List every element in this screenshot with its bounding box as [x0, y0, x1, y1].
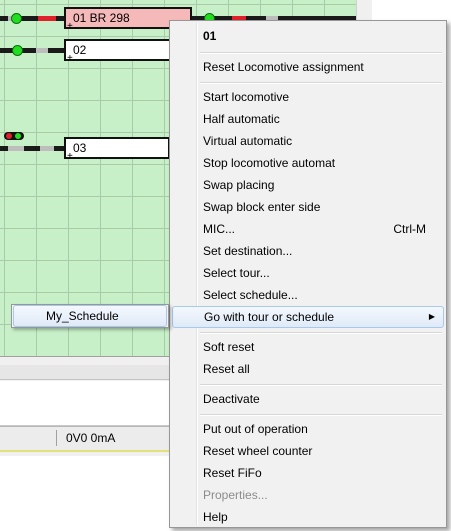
power-status: 0V0 0mA — [66, 431, 116, 445]
menu-item-label: Stop locomotive automat — [203, 156, 336, 170]
menu-item-label: Help — [203, 510, 228, 524]
menu-item-label: Select tour... — [203, 266, 270, 280]
menu-item-label: Reset Locomotive assignment — [203, 60, 364, 74]
block-03[interactable]: 03 + — [64, 137, 170, 162]
menu-item-label: Select schedule... — [203, 288, 298, 302]
menu-item-label: Reset all — [203, 362, 250, 376]
menu-item-help[interactable]: Help — [172, 506, 444, 528]
menu-item-label: Swap block enter side — [203, 200, 321, 214]
menu-item-label: Reset FiFo — [203, 466, 262, 480]
menu-item-label: Reset wheel counter — [203, 444, 313, 458]
menu-item-label: Go with tour or schedule — [204, 310, 335, 324]
menu-item-label: Half automatic — [203, 112, 280, 126]
block-enter-side-icon: + — [67, 53, 73, 64]
track-segment[interactable] — [0, 48, 68, 53]
track-segment[interactable] — [0, 146, 68, 151]
menu-item-label: Deactivate — [203, 392, 260, 406]
menu-item-swap-block-enter-side[interactable]: Swap block enter side — [172, 196, 444, 218]
menu-item-label: Swap placing — [203, 178, 275, 192]
menu-separator — [200, 384, 442, 386]
menu-header: 01 — [172, 25, 444, 47]
menu-item-label: Virtual automatic — [203, 134, 293, 148]
block-label: 02 — [73, 43, 87, 57]
menu-item-virtual-automatic[interactable]: Virtual automatic — [172, 130, 444, 152]
menu-item-select-schedule[interactable]: Select schedule... — [172, 284, 444, 306]
menu-item-reset-locomotive-assignment[interactable]: Reset Locomotive assignment — [172, 56, 444, 78]
menu-item-label: Properties... — [203, 488, 268, 502]
menu-item-shortcut: Ctrl-M — [393, 222, 426, 236]
menu-separator — [200, 332, 442, 334]
menu-item-swap-placing[interactable]: Swap placing — [172, 174, 444, 196]
menu-item-put-out-of-operation[interactable]: Put out of operation — [172, 418, 444, 440]
signal-icon[interactable] — [4, 132, 24, 140]
submenu-arrow-icon: ▶ — [428, 312, 435, 321]
menu-item-label: Put out of operation — [203, 422, 308, 436]
status-separator — [56, 430, 57, 446]
block-label: 03 — [73, 141, 87, 155]
submenu-item-label: My_Schedule — [46, 309, 119, 323]
block-enter-side-icon: + — [67, 151, 73, 162]
menu-item-properties: Properties... — [172, 484, 444, 506]
menu-item-select-tour[interactable]: Select tour... — [172, 262, 444, 284]
schedule-submenu: My_Schedule — [11, 304, 169, 328]
menu-item-label: MIC... — [203, 222, 235, 236]
submenu-item-my-schedule[interactable]: My_Schedule — [13, 305, 167, 327]
signal-green-icon[interactable] — [12, 45, 23, 56]
block-enter-side-icon: + — [67, 21, 73, 32]
menu-separator — [200, 82, 442, 84]
menu-separator — [200, 414, 442, 416]
menu-item-soft-reset[interactable]: Soft reset — [172, 336, 444, 358]
menu-item-mic[interactable]: MIC... Ctrl-M — [172, 218, 444, 240]
menu-item-half-automatic[interactable]: Half automatic — [172, 108, 444, 130]
menu-item-stop-locomotive-automat[interactable]: Stop locomotive automat — [172, 152, 444, 174]
menu-item-label: Start locomotive — [203, 90, 290, 104]
menu-item-deactivate[interactable]: Deactivate — [172, 388, 444, 410]
menu-item-reset-all[interactable]: Reset all — [172, 358, 444, 380]
menu-header-label: 01 — [203, 29, 217, 43]
menu-item-reset-wheel-counter[interactable]: Reset wheel counter — [172, 440, 444, 462]
menu-separator — [200, 52, 442, 54]
block-label: 01 BR 298 — [73, 11, 130, 25]
menu-item-label: Set destination... — [203, 244, 293, 258]
menu-item-reset-fifo[interactable]: Reset FiFo — [172, 462, 444, 484]
menu-item-start-locomotive[interactable]: Start locomotive — [172, 86, 444, 108]
menu-item-label: Soft reset — [203, 340, 255, 354]
signal-green-icon[interactable] — [11, 13, 22, 24]
menu-item-set-destination[interactable]: Set destination... — [172, 240, 444, 262]
menu-item-go-with-tour-or-schedule[interactable]: Go with tour or schedule ▶ — [172, 306, 444, 328]
block-context-menu: 01 Reset Locomotive assignment Start loc… — [169, 20, 447, 528]
